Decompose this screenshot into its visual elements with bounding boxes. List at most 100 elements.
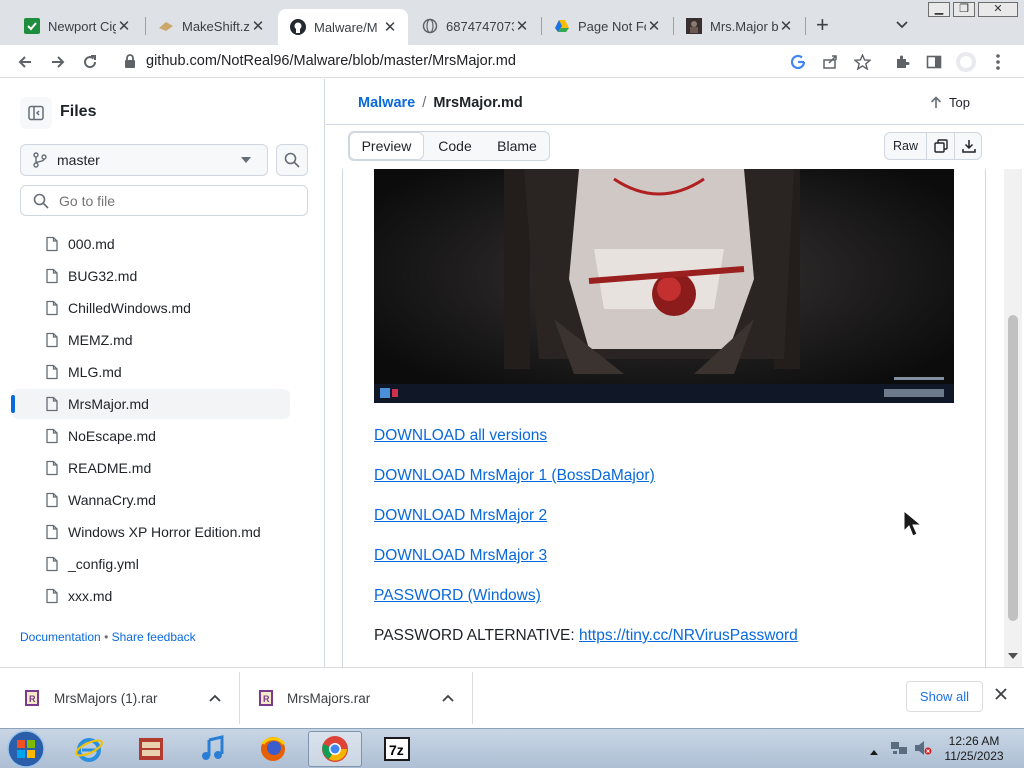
close-icon[interactable]: ✕ — [116, 17, 132, 35]
file-item[interactable]: BUG32.md — [12, 261, 290, 291]
selected-indicator — [11, 395, 15, 413]
file-item[interactable]: MLG.md — [12, 357, 290, 387]
show-all-button[interactable]: Show all — [906, 681, 983, 712]
tab-code[interactable]: Code — [425, 132, 485, 160]
reload-button[interactable] — [78, 50, 102, 74]
file-item[interactable]: WannaCry.md — [12, 485, 290, 515]
bookmark-star-icon[interactable] — [850, 50, 874, 74]
file-icon — [46, 332, 58, 348]
new-tab-button[interactable]: + — [816, 14, 829, 36]
extensions-icon[interactable] — [890, 50, 914, 74]
tab-title: Mrs.Major b — [710, 18, 778, 34]
file-name: WannaCry.md — [68, 492, 156, 508]
file-item[interactable]: README.md — [12, 453, 290, 483]
profile-avatar[interactable] — [954, 50, 978, 74]
close-icon[interactable]: ✕ — [778, 17, 794, 35]
close-icon[interactable]: ✕ — [646, 17, 662, 35]
close-icon[interactable]: ✕ — [382, 18, 398, 36]
scrollbar[interactable] — [1004, 169, 1022, 667]
tab-blame[interactable]: Blame — [485, 132, 549, 160]
file-icon — [46, 588, 58, 604]
side-panel-icon[interactable] — [922, 50, 946, 74]
7zip-icon[interactable]: 7z — [370, 731, 424, 767]
breadcrumb-repo-link[interactable]: Malware — [358, 95, 415, 111]
volume-muted-icon[interactable] — [914, 740, 932, 761]
close-icon[interactable]: ✕ — [250, 17, 266, 35]
tab-makeshift[interactable]: MakeShift.zi ✕ — [146, 9, 276, 43]
newport-favicon — [24, 18, 40, 34]
close-downloads-icon[interactable] — [994, 687, 1008, 706]
file-item[interactable]: Windows XP Horror Edition.md — [12, 517, 290, 547]
branch-icon — [33, 152, 47, 168]
view-switcher: Preview Code Blame — [348, 131, 550, 161]
tab-page-not-found[interactable]: Page Not Fo ✕ — [542, 9, 672, 43]
maximize-button[interactable]: ❐ — [953, 2, 975, 17]
file-item[interactable]: xxx.md — [12, 581, 290, 611]
share-feedback-link[interactable]: Share feedback — [112, 630, 196, 644]
file-icon — [46, 396, 58, 412]
file-item[interactable]: MEMZ.md — [12, 325, 290, 355]
chrome-icon[interactable] — [308, 731, 362, 767]
download-filename: MrsMajors (1).rar — [54, 690, 158, 706]
rar-file-icon: R — [25, 690, 39, 706]
tab-malware[interactable]: Malware/M ✕ — [278, 9, 408, 45]
top-label: Top — [949, 95, 970, 110]
file-actions-group: Raw — [884, 132, 982, 160]
go-to-file-field[interactable] — [59, 192, 279, 209]
file-item[interactable]: MrsMajor.md — [11, 389, 290, 419]
breadcrumb-file: MrsMajor.md — [433, 95, 523, 111]
file-view: Malware / MrsMajor.md Top Preview Code B… — [326, 79, 1024, 667]
download-mrsmajor-3-link[interactable]: DOWNLOAD MrsMajor 3 — [374, 547, 547, 565]
internet-explorer-icon[interactable] — [62, 731, 116, 767]
kebab-menu-icon[interactable] — [986, 50, 1010, 74]
tab-preview[interactable]: Preview — [349, 132, 424, 160]
documentation-link[interactable]: Documentation — [20, 630, 101, 644]
close-icon[interactable]: ✕ — [514, 17, 530, 35]
itunes-icon[interactable] — [186, 731, 240, 767]
raw-button[interactable]: Raw — [885, 133, 927, 159]
copy-button[interactable] — [927, 133, 955, 159]
file-item[interactable]: NoEscape.md — [12, 421, 290, 451]
password-alt-link[interactable]: https://tiny.cc/NRVirusPassword — [579, 627, 798, 644]
scroll-down-arrow-icon[interactable] — [1008, 653, 1018, 659]
search-files-button[interactable] — [276, 144, 308, 176]
tab-title: Newport Cig — [48, 18, 116, 34]
password-windows-link[interactable]: PASSWORD (Windows) — [374, 587, 541, 605]
markdown-body: DOWNLOAD all versions DOWNLOAD MrsMajor … — [342, 169, 986, 667]
tab-mrs-major[interactable]: Mrs.Major b ✕ — [674, 9, 804, 43]
share-icon[interactable] — [818, 50, 842, 74]
go-to-file-input[interactable] — [20, 185, 308, 216]
google-lens-icon[interactable] — [786, 50, 810, 74]
download-item-mrsmajors-1[interactable]: R MrsMajors (1).rar — [0, 672, 240, 724]
download-all-link[interactable]: DOWNLOAD all versions — [374, 427, 547, 445]
tab-numbers[interactable]: 6874747073 ✕ — [410, 9, 540, 43]
download-mrsmajor-2-link[interactable]: DOWNLOAD MrsMajor 2 — [374, 507, 547, 525]
search-icon — [33, 193, 49, 209]
svg-text:7z: 7z — [389, 742, 404, 758]
tab-search-chevron-icon[interactable] — [895, 17, 909, 35]
file-name: README.md — [68, 460, 152, 476]
download-item-mrsmajors[interactable]: R MrsMajors.rar — [240, 672, 473, 724]
file-item[interactable]: 000.md — [12, 229, 290, 259]
address-bar[interactable]: github.com/NotReal96/Malware/blob/master… — [118, 49, 878, 75]
tab-newport[interactable]: Newport Cig ✕ — [12, 9, 142, 43]
download-button[interactable] — [955, 133, 982, 159]
back-button[interactable] — [13, 50, 37, 74]
media-center-icon[interactable] — [124, 731, 178, 767]
network-icon[interactable] — [890, 740, 908, 761]
firefox-icon[interactable] — [246, 731, 300, 767]
collapse-sidebar-button[interactable] — [20, 97, 52, 129]
scrollbar-thumb[interactable] — [1008, 315, 1018, 621]
window-close-button[interactable]: ✕ — [978, 2, 1018, 17]
branch-selector[interactable]: master — [20, 144, 268, 176]
minimize-button[interactable]: ▁ — [928, 2, 950, 17]
start-orb-icon[interactable] — [4, 729, 48, 769]
file-item[interactable]: ChilledWindows.md — [12, 293, 290, 323]
system-clock[interactable]: 12:26 AM 11/25/2023 — [944, 734, 1004, 764]
forward-button[interactable] — [46, 50, 70, 74]
password-alternative: PASSWORD ALTERNATIVE: https://tiny.cc/NR… — [374, 627, 798, 645]
file-item[interactable]: _config.yml — [12, 549, 290, 579]
show-hidden-icons-icon[interactable] — [870, 742, 878, 760]
download-mrsmajor-1-link[interactable]: DOWNLOAD MrsMajor 1 (BossDaMajor) — [374, 467, 655, 485]
top-button[interactable]: Top — [930, 95, 970, 110]
